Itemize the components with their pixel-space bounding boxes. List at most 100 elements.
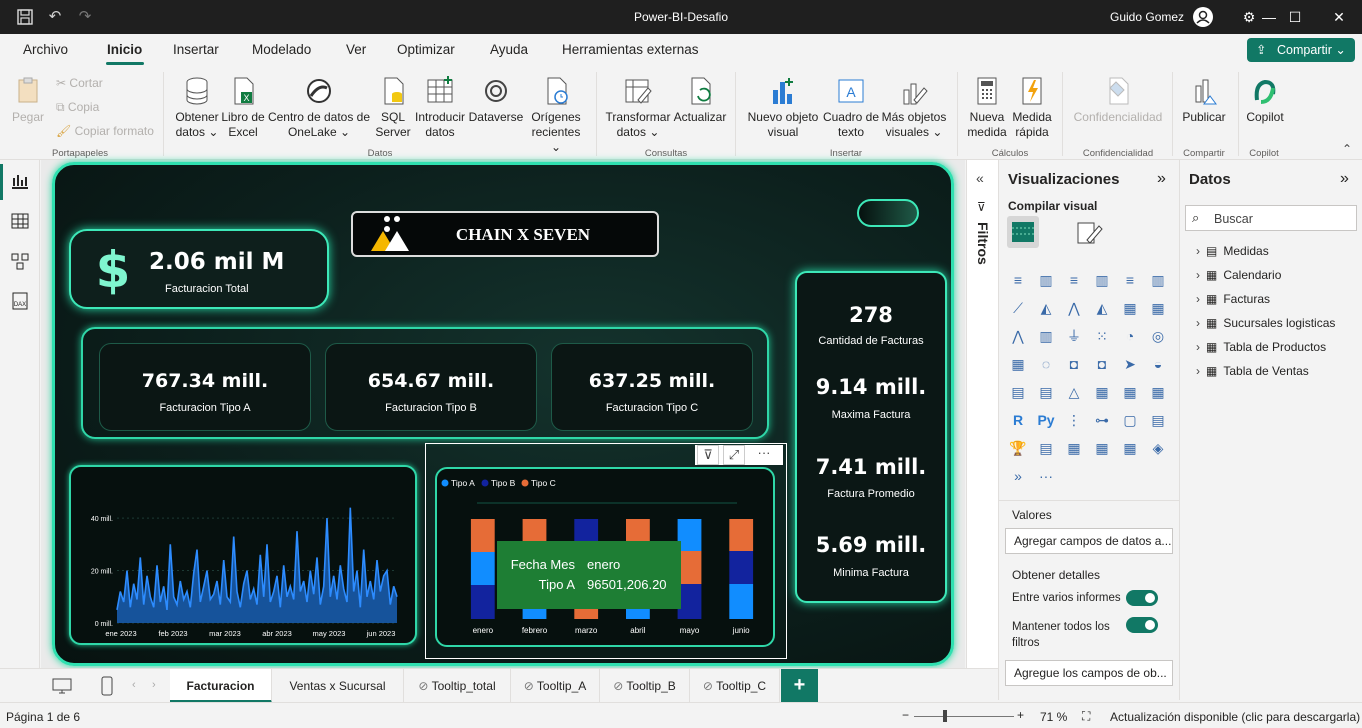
tab-optimizar[interactable]: Optimizar: [397, 42, 455, 57]
button-slicer-icon[interactable]: ▦: [1119, 438, 1141, 458]
add-page-button[interactable]: +: [781, 669, 818, 703]
area-chart-card[interactable]: 0 mill. 20 mill. 40 mill. ene 2023 feb 2023 m…: [69, 465, 417, 645]
new-slicer-icon[interactable]: ▦: [1091, 438, 1113, 458]
r-visual-icon[interactable]: R: [1007, 410, 1029, 430]
zoom-in-button[interactable]: +: [1017, 708, 1024, 722]
waterfall-icon[interactable]: ▥: [1035, 326, 1057, 346]
excel-button[interactable]: X Libro de Excel: [220, 76, 266, 140]
quick-measure-button[interactable]: Medida rápida: [1010, 76, 1054, 140]
table-list-item[interactable]: › ▦ Calendario: [1196, 268, 1281, 282]
kpi-tipo-c-card[interactable]: 637.25 mill. Facturacion Tipo C: [551, 343, 753, 431]
transform-data-button[interactable]: Transformar datos ⌄: [604, 76, 672, 140]
tab-ayuda[interactable]: Ayuda: [490, 42, 528, 57]
scatter-icon[interactable]: ⁙: [1091, 326, 1113, 346]
slicer-icon[interactable]: ▦: [1091, 382, 1113, 402]
next-page-icon[interactable]: ›: [152, 679, 156, 691]
publish-button[interactable]: Publicar: [1178, 76, 1230, 125]
stacked-area-icon[interactable]: ⋀: [1063, 298, 1085, 318]
desktop-layout-icon[interactable]: [51, 677, 73, 695]
line-clustered-icon[interactable]: ▦: [1147, 298, 1169, 318]
sensitivity-button[interactable]: Confidencialidad: [1066, 76, 1170, 125]
refresh-button[interactable]: Actualizar: [672, 76, 728, 125]
tab-modelado[interactable]: Modelado: [252, 42, 311, 57]
filters-pane[interactable]: « ⊽ Filtros: [966, 160, 998, 668]
cross-report-toggle[interactable]: [1126, 590, 1158, 606]
tab-archivo[interactable]: Archivo: [23, 42, 68, 57]
donut-icon[interactable]: ◎: [1147, 326, 1169, 346]
treemap-icon[interactable]: ▦: [1007, 354, 1029, 374]
update-notice[interactable]: Actualización disponible (clic para desc…: [1110, 710, 1360, 724]
chevron-right-icon[interactable]: ›: [1196, 364, 1200, 378]
more-visuals-button[interactable]: Más objetos visuales ⌄: [880, 76, 948, 140]
new-measure-button[interactable]: Nueva medida: [964, 76, 1010, 140]
page-tab[interactable]: ⊘ Tooltip_B: [600, 669, 690, 703]
format-painter-button[interactable]: 🖌 Copiar formato: [56, 124, 154, 138]
dataverse-button[interactable]: Dataverse: [468, 76, 524, 125]
collapse-data-icon[interactable]: »: [1340, 170, 1349, 188]
close-button[interactable]: ✕: [1316, 5, 1362, 29]
key-influencers-icon[interactable]: ⋮: [1063, 410, 1085, 430]
toggle-button[interactable]: [857, 199, 919, 227]
chevron-right-icon[interactable]: ›: [1196, 244, 1200, 258]
decomposition-tree-icon[interactable]: ⊶: [1091, 410, 1113, 430]
user-name[interactable]: Guido Gomez: [1110, 10, 1184, 24]
kpi-tipo-b-card[interactable]: 654.67 mill. Facturacion Tipo B: [325, 343, 537, 431]
card-icon[interactable]: ▤: [1007, 382, 1029, 402]
page-tab[interactable]: Ventas x Sucursal: [272, 669, 404, 703]
chevron-right-icon[interactable]: ›: [1196, 316, 1200, 330]
text-box-button[interactable]: A Cuadro de texto: [820, 76, 882, 140]
100-area-icon[interactable]: ◭: [1091, 298, 1113, 318]
page-tab[interactable]: Facturacion: [170, 669, 272, 703]
dax-query-view-icon[interactable]: DAX: [10, 292, 30, 310]
table-view-icon[interactable]: [10, 212, 30, 230]
collapse-ribbon-icon[interactable]: ⌃: [1342, 142, 1352, 156]
prev-page-icon[interactable]: ‹: [132, 679, 136, 691]
fit-page-icon[interactable]: ⛶: [1082, 709, 1090, 724]
maximize-button[interactable]: ☐: [1272, 5, 1318, 29]
goals-icon[interactable]: 🏆: [1007, 438, 1029, 458]
kpi-tipo-a-card[interactable]: 767.34 mill. Facturacion Tipo A: [99, 343, 311, 431]
paginated-icon[interactable]: ▤: [1035, 438, 1057, 458]
table-list-item[interactable]: › ▦ Tabla de Ventas: [1196, 364, 1309, 378]
qa-icon[interactable]: ▢: [1119, 410, 1141, 430]
gauge-icon[interactable]: ◒: [1147, 354, 1169, 374]
zoom-slider-thumb[interactable]: [943, 710, 947, 722]
kpi-icon[interactable]: △: [1063, 382, 1085, 402]
drillthrough-well[interactable]: Agregue los campos de ob...: [1005, 660, 1173, 686]
table-icon[interactable]: ▦: [1119, 382, 1141, 402]
report-view-icon[interactable]: [10, 172, 30, 190]
matrix-icon[interactable]: ▦: [1147, 382, 1169, 402]
kpi-total-card[interactable]: $ 2.06 mil M Facturacion Total: [69, 229, 329, 309]
line-chart-icon[interactable]: ⟋: [1007, 298, 1029, 318]
expand-filters-icon[interactable]: «: [976, 170, 984, 186]
cut-button[interactable]: ✂ Cortar: [56, 76, 103, 90]
python-visual-icon[interactable]: Py: [1035, 410, 1057, 430]
stats-column-card[interactable]: 278 Cantidad de Facturas 9.14 mill. Maxi…: [795, 271, 947, 603]
collapse-viz-icon[interactable]: »: [1157, 170, 1166, 188]
ribbon-chart-icon[interactable]: ⋀: [1007, 326, 1029, 346]
more-options-icon[interactable]: ···: [751, 445, 777, 465]
new-card-icon[interactable]: ▦: [1063, 438, 1085, 458]
filter-icon[interactable]: ⊽: [697, 445, 719, 465]
azure-map-icon[interactable]: ➤: [1119, 354, 1141, 374]
chevron-right-icon[interactable]: ›: [1196, 292, 1200, 306]
values-well[interactable]: Agregar campos de datos a...: [1005, 528, 1173, 554]
page-tab[interactable]: ⊘ Tooltip_A: [511, 669, 600, 703]
area-chart-icon[interactable]: ◭: [1035, 298, 1057, 318]
100-bar-icon[interactable]: ≡: [1119, 270, 1141, 290]
filled-map-icon[interactable]: ◘: [1063, 354, 1085, 374]
build-visual-tab[interactable]: [1007, 216, 1039, 248]
page-tab[interactable]: ⊘ Tooltip_total: [404, 669, 511, 703]
more-visuals-icon[interactable]: ···: [1035, 466, 1057, 486]
tab-inicio[interactable]: Inicio: [107, 42, 142, 57]
tab-ver[interactable]: Ver: [346, 42, 366, 57]
model-view-icon[interactable]: [10, 252, 30, 270]
funnel-icon[interactable]: ⏚: [1063, 326, 1085, 346]
format-visual-tab[interactable]: [1075, 220, 1103, 249]
mobile-layout-icon[interactable]: [100, 675, 114, 697]
recent-sources-button[interactable]: Orígenes recientes ⌄: [526, 76, 586, 155]
line-column-icon[interactable]: ▦: [1119, 298, 1141, 318]
get-data-button[interactable]: Obtener datos ⌄: [170, 76, 224, 140]
shape-map-icon[interactable]: ◘: [1091, 354, 1113, 374]
avatar[interactable]: [1193, 7, 1213, 27]
